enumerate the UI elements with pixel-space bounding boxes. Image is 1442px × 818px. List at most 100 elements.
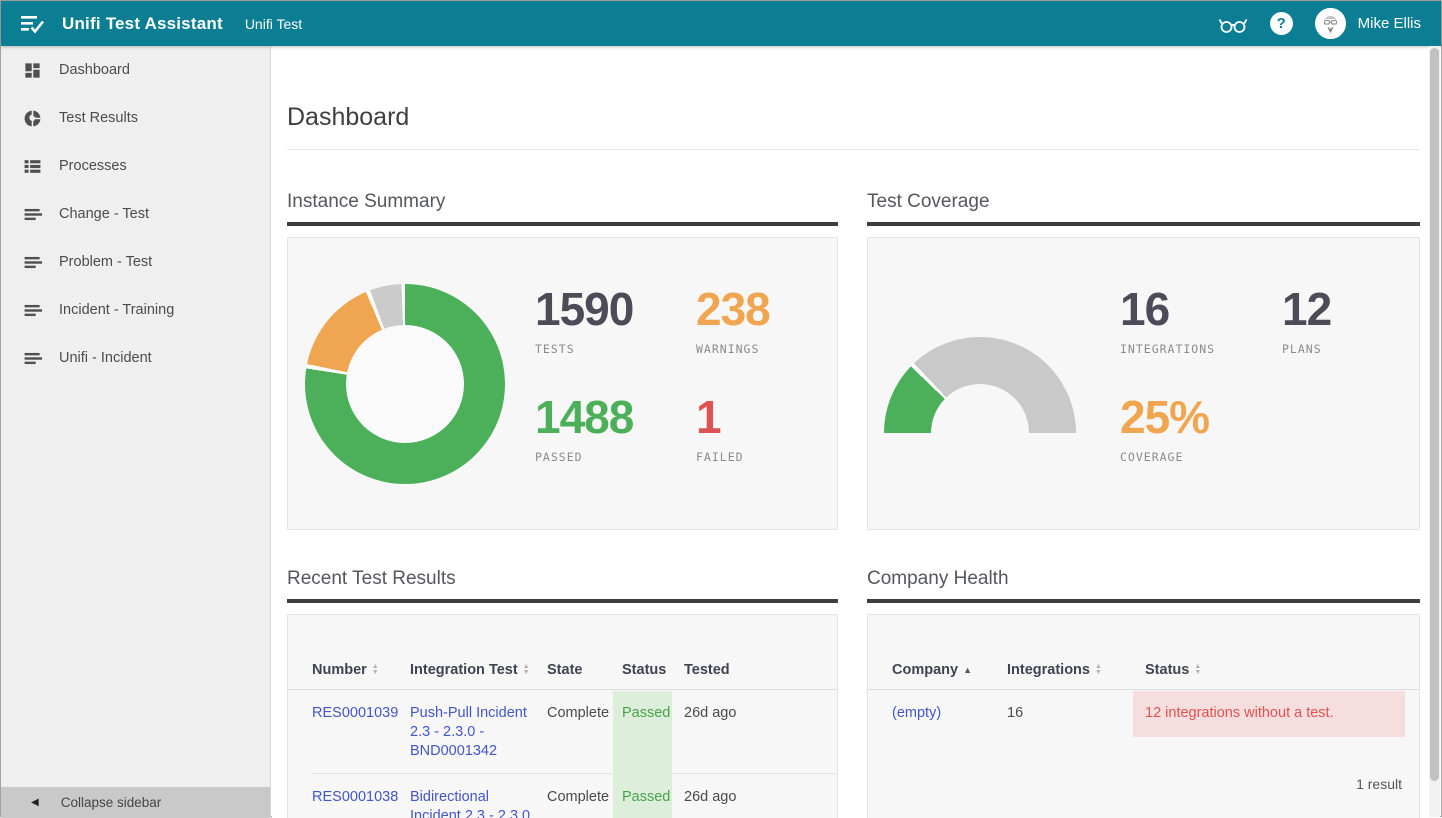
recent-test-results-section: Recent Test Results Number ▲▼ Integratio… (287, 568, 838, 818)
sort-icon[interactable]: ▲▼ (1095, 664, 1102, 676)
instance-summary-title: Instance Summary (287, 191, 838, 213)
result-count: 1 result (1356, 776, 1402, 792)
sort-ascending-icon[interactable]: ▲ (963, 665, 972, 675)
column-header-number[interactable]: Number ▲▼ (312, 662, 410, 678)
section-rule (867, 599, 1420, 603)
title-divider (287, 149, 1419, 150)
column-header-tested[interactable]: Tested (684, 662, 744, 678)
result-number-link[interactable]: RES0001038 (312, 789, 398, 805)
column-header-label: Company (892, 662, 958, 678)
sidebar-item-test-results[interactable]: Test Results (1, 94, 270, 142)
sidebar-item-incident-training[interactable]: Incident - Training (1, 286, 270, 334)
stat-tests-value: 1590 (535, 282, 633, 336)
user-name[interactable]: Mike Ellis (1358, 15, 1421, 32)
table-row: RES0001038 Bidirectional Incident 2.3 - … (288, 774, 837, 818)
state-cell: Complete (547, 690, 622, 773)
lines-icon (23, 205, 42, 224)
stat-integrations-label: INTEGRATIONS (1120, 342, 1215, 356)
scrollbar-thumb[interactable] (1430, 48, 1439, 781)
company-health-title: Company Health (867, 568, 1420, 590)
company-health-table: Company ▲ Integrations ▲▼ Status ▲▼ (emp… (868, 615, 1419, 818)
column-header-label: Number (312, 662, 367, 678)
sidebar-item-change-test[interactable]: Change - Test (1, 190, 270, 238)
tested-cell: 26d ago (684, 774, 744, 818)
section-rule (287, 599, 838, 603)
stat-passed-label: PASSED (535, 450, 633, 464)
column-header-label: Status (1145, 662, 1189, 678)
lines-icon (23, 253, 42, 272)
stat-failed: 1 FAILED (696, 390, 744, 464)
sidebar-item-label: Processes (59, 158, 127, 174)
test-results-donut-icon (23, 109, 42, 128)
column-header-integration-test[interactable]: Integration Test ▲▼ (410, 662, 547, 678)
sidebar-item-dashboard[interactable]: Dashboard (1, 46, 270, 94)
stat-warnings-label: WARNINGS (696, 342, 770, 356)
test-coverage-section: Test Coverage 16 INTEGRATIONS 12 PLANS 2… (867, 191, 1420, 530)
instance-summary-card: 1590 TESTS 238 WARNINGS 1488 PASSED 1 FA… (287, 237, 838, 530)
sidebar-item-label: Dashboard (59, 62, 130, 78)
coverage-gauge-chart[interactable] (884, 337, 1076, 433)
stat-warnings-value: 238 (696, 282, 770, 336)
sidebar: Dashboard Test Results Processes Change … (1, 46, 271, 818)
user-avatar[interactable] (1315, 8, 1346, 39)
recent-test-results-table: Number ▲▼ Integration Test ▲▼ State Stat… (288, 615, 837, 818)
integration-test-link[interactable]: Bidirectional Incident 2.3 - 2.3.0 (410, 789, 530, 818)
stat-warnings: 238 WARNINGS (696, 282, 770, 356)
test-coverage-title: Test Coverage (867, 191, 1420, 213)
stat-passed-value: 1488 (535, 390, 633, 444)
integration-test-link[interactable]: Push-Pull Incident 2.3 - 2.3.0 - BND0001… (410, 705, 527, 759)
column-header-status[interactable]: Status (622, 662, 684, 678)
main-content: Dashboard Instance Summary 1590 TESTS 23… (272, 46, 1431, 818)
tests-donut-chart[interactable] (305, 284, 505, 484)
column-header-label: Integrations (1007, 662, 1090, 678)
impersonate-glasses-icon[interactable] (1218, 11, 1248, 37)
app-title: Unifi Test Assistant (62, 14, 223, 34)
column-header-company[interactable]: Company ▲ (892, 662, 1007, 678)
health-status-cell: 12 integrations without a test. (1145, 690, 1419, 737)
instance-summary-section: Instance Summary 1590 TESTS 238 WARNINGS… (287, 191, 838, 530)
tested-cell: 26d ago (684, 690, 744, 773)
sort-icon[interactable]: ▲▼ (523, 664, 530, 676)
stat-plans: 12 PLANS (1282, 282, 1331, 356)
column-header-state[interactable]: State (547, 662, 622, 678)
collapse-sidebar-button[interactable]: ◀ Collapse sidebar (1, 787, 270, 818)
column-header-integrations[interactable]: Integrations ▲▼ (1007, 662, 1145, 678)
table-header-row: Company ▲ Integrations ▲▼ Status ▲▼ (868, 651, 1419, 690)
stat-tests: 1590 TESTS (535, 282, 633, 356)
stat-passed: 1488 PASSED (535, 390, 633, 464)
sidebar-item-unifi-incident[interactable]: Unifi - Incident (1, 334, 270, 382)
state-cell: Complete (547, 774, 622, 818)
sidebar-item-label: Unifi - Incident (59, 350, 152, 366)
menu-check-icon[interactable] (19, 13, 46, 35)
company-health-card: Company ▲ Integrations ▲▼ Status ▲▼ (emp… (867, 614, 1420, 818)
table-row: RES0001039 Push-Pull Incident 2.3 - 2.3.… (288, 690, 837, 773)
help-icon[interactable]: ? (1270, 12, 1293, 35)
stat-failed-label: FAILED (696, 450, 744, 464)
sort-icon[interactable]: ▲▼ (372, 664, 379, 676)
result-number-link[interactable]: RES0001039 (312, 705, 398, 721)
context-label: Unifi Test (245, 16, 302, 32)
column-header-status[interactable]: Status ▲▼ (1145, 662, 1419, 678)
vertical-scrollbar[interactable] (1429, 46, 1440, 817)
column-header-label: Tested (684, 662, 730, 678)
sidebar-item-problem-test[interactable]: Problem - Test (1, 238, 270, 286)
table-header-row: Number ▲▼ Integration Test ▲▼ State Stat… (288, 651, 837, 690)
company-health-section: Company Health Company ▲ Integrations ▲▼… (867, 568, 1420, 818)
integrations-cell: 16 (1007, 690, 1145, 737)
stat-tests-label: TESTS (535, 342, 633, 356)
sidebar-item-label: Problem - Test (59, 254, 152, 270)
stat-coverage-label: COVERAGE (1120, 450, 1209, 464)
stat-failed-value: 1 (696, 390, 744, 444)
section-rule (287, 222, 838, 226)
sort-icon[interactable]: ▲▼ (1194, 664, 1201, 676)
collapse-sidebar-label: Collapse sidebar (61, 795, 162, 810)
lines-icon (23, 349, 42, 368)
stat-plans-value: 12 (1282, 282, 1331, 336)
table-row: (empty) 16 12 integrations without a tes… (868, 690, 1419, 737)
company-link[interactable]: (empty) (892, 705, 941, 721)
test-coverage-card: 16 INTEGRATIONS 12 PLANS 25% COVERAGE (867, 237, 1420, 530)
recent-test-results-title: Recent Test Results (287, 568, 838, 590)
sidebar-item-processes[interactable]: Processes (1, 142, 270, 190)
recent-test-results-card: Number ▲▼ Integration Test ▲▼ State Stat… (287, 614, 838, 818)
stat-plans-label: PLANS (1282, 342, 1331, 356)
